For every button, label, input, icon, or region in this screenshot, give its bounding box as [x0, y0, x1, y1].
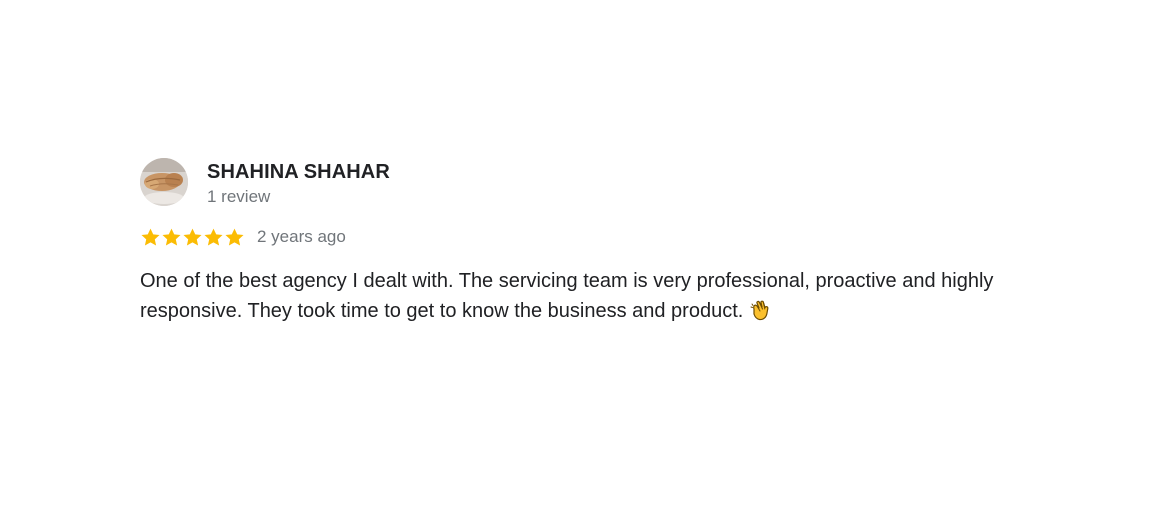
avatar[interactable]: [140, 158, 188, 206]
star-icon: [183, 228, 202, 246]
reviewer-header: SHAHINA SHAHAR 1 review: [140, 158, 1060, 208]
reviewer-info: SHAHINA SHAHAR 1 review: [207, 158, 390, 208]
star-icon: [204, 228, 223, 246]
review-text-body: One of the best agency I dealt with. The…: [140, 270, 994, 322]
reviewer-name[interactable]: SHAHINA SHAHAR: [207, 160, 390, 184]
review-count: 1 review: [207, 187, 271, 206]
star-icon: [162, 228, 181, 246]
review-date: 2 years ago: [257, 227, 346, 246]
star-icon: [141, 228, 160, 246]
star-icon: [225, 228, 244, 246]
clapping-hands-icon: [749, 298, 773, 322]
star-rating: [140, 227, 245, 248]
review-text: One of the best agency I dealt with. The…: [140, 266, 1050, 326]
review-card: SHAHINA SHAHAR 1 review 2 years ago One …: [140, 158, 1060, 326]
rating-row: 2 years ago: [140, 224, 1060, 250]
